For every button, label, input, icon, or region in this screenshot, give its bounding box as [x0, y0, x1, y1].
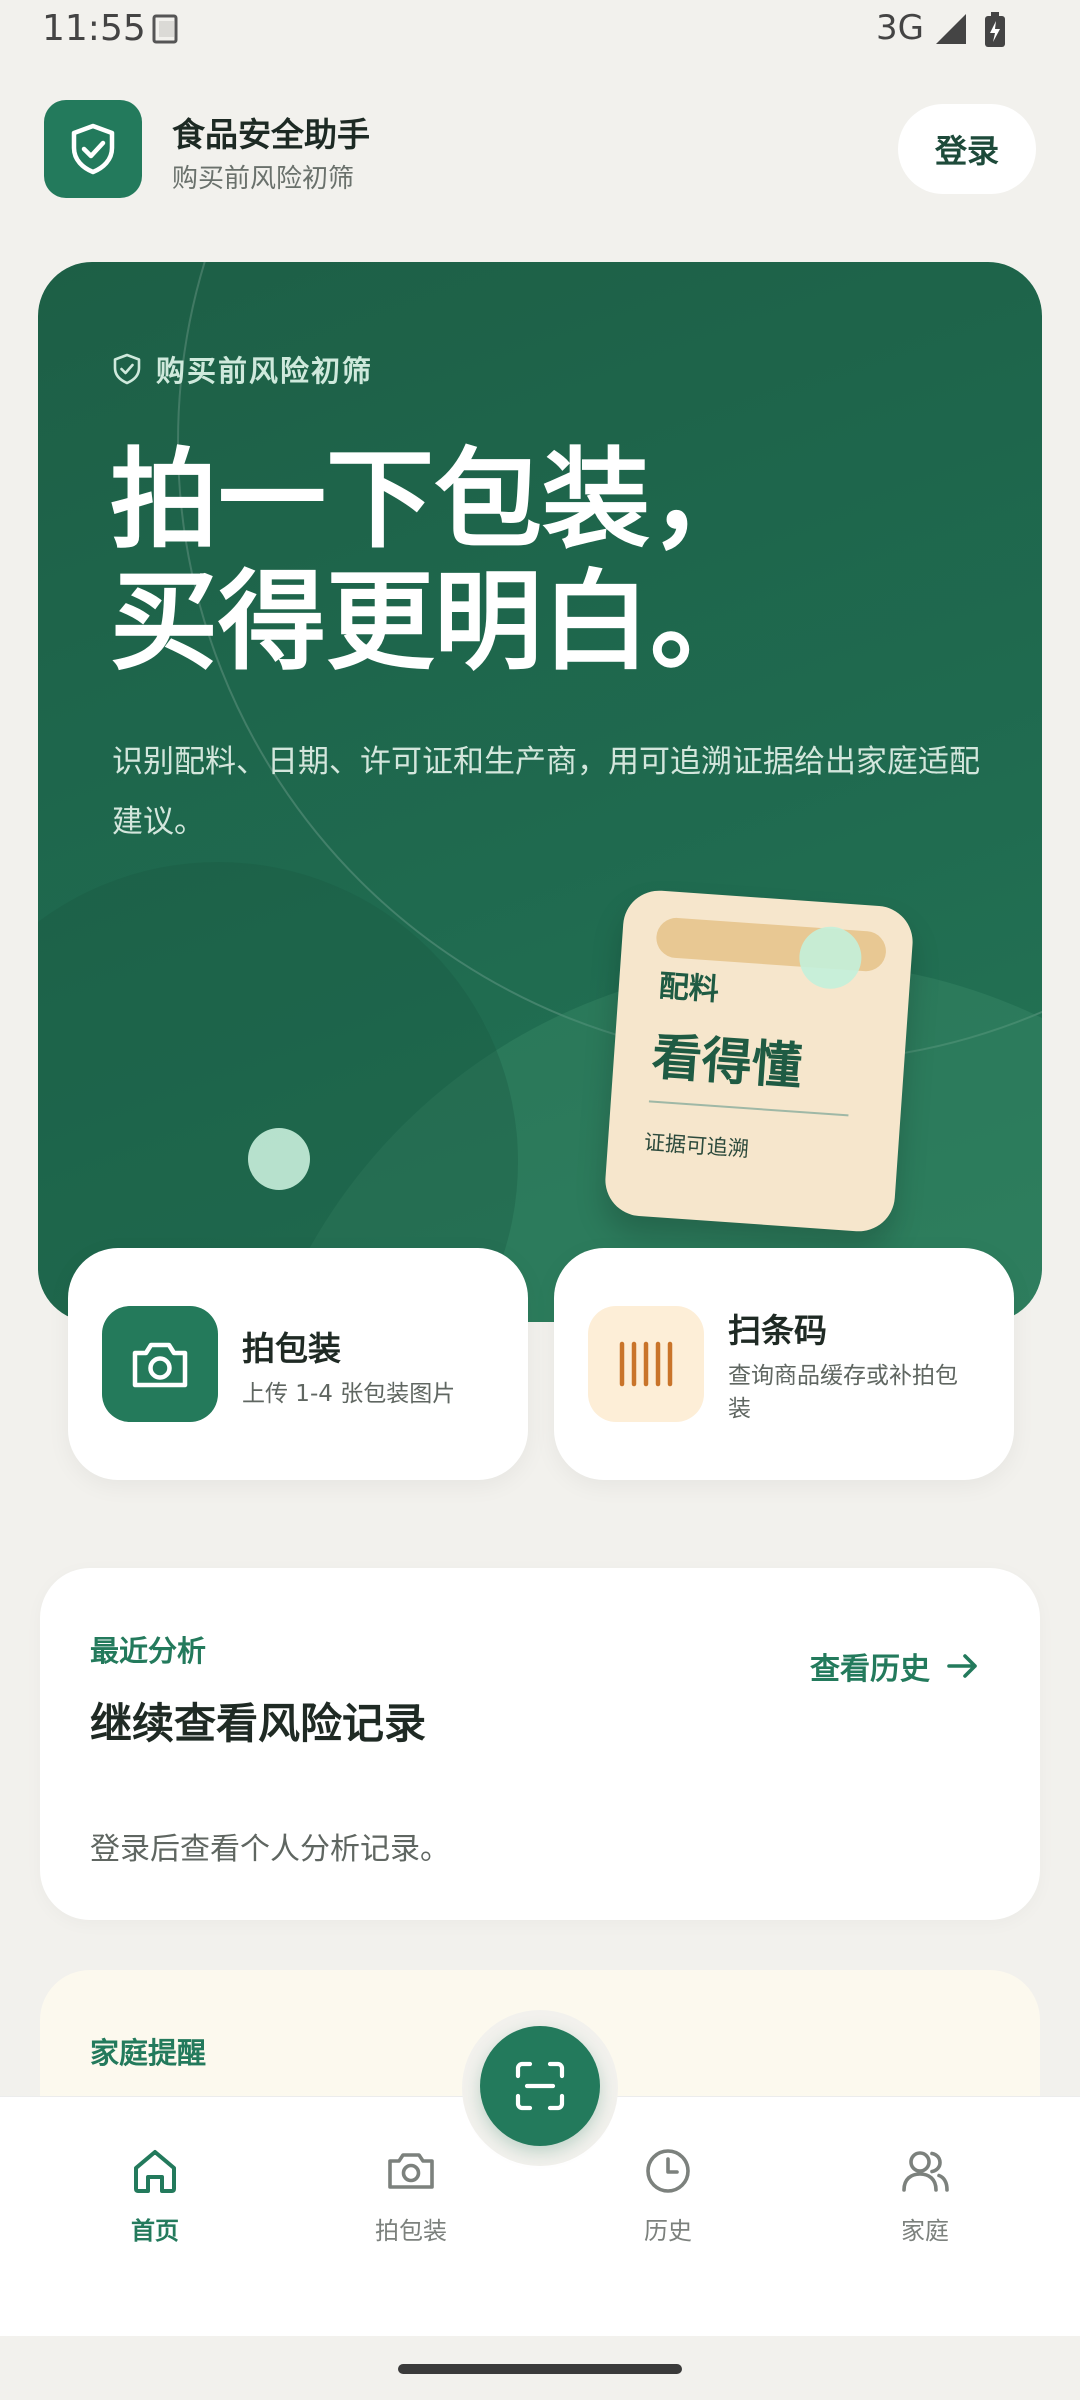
photo-package-title: 拍包装	[242, 1329, 341, 1368]
view-history-label: 查看历史	[810, 1652, 930, 1687]
home-icon	[134, 2150, 176, 2193]
camera-icon	[388, 2153, 434, 2189]
recent-eyebrow: 最近分析	[90, 1634, 207, 1668]
ingredient-card-divider	[648, 1100, 849, 1117]
photo-package-icon-tile	[102, 1306, 218, 1422]
family-reminder-eyebrow: 家庭提醒	[90, 2036, 207, 2070]
hero-description: 识别配料、日期、许可证和生产商，用可追溯证据给出家庭适配建议。	[112, 744, 980, 840]
recent-empty-message: 登录后查看个人分析记录。	[90, 1832, 450, 1867]
scan-barcode-icon-tile	[588, 1306, 704, 1422]
app-logo	[44, 100, 142, 198]
users-icon	[902, 2151, 949, 2192]
nav-item-photo[interactable]: 拍包装	[331, 2145, 491, 2246]
sim-icon	[152, 14, 178, 44]
signal-icon	[936, 14, 966, 44]
ingredient-illustration-card: 配料 看得懂 证据可追溯	[602, 888, 916, 1234]
photo-package-description: 上传 1-4 张包装图片	[242, 1381, 456, 1407]
camera-icon	[132, 1342, 188, 1388]
battery-charging-icon	[985, 12, 1005, 47]
arrow-right-icon	[947, 1654, 977, 1678]
recent-title: 继续查看风险记录	[90, 1699, 427, 1748]
app-header: 食品安全助手 购买前风险初筛 登录	[0, 98, 1080, 200]
nav-item-family[interactable]: 家庭	[845, 2145, 1005, 2246]
app-subtitle: 购买前风险初筛	[172, 164, 355, 194]
scan-barcode-description: 查询商品缓存或补拍包装	[728, 1363, 958, 1422]
hero-title-line-1: 拍一下包装，	[110, 438, 759, 563]
scan-icon	[515, 2061, 565, 2111]
login-button[interactable]: 登录	[898, 104, 1036, 194]
hero-eyebrow-label: 购买前风险初筛	[156, 354, 374, 388]
scan-barcode-title: 扫条码	[728, 1311, 827, 1350]
network-type: 3G	[876, 8, 924, 48]
nav-label-family: 家庭	[901, 2217, 949, 2245]
recent-analysis-card: 最近分析 继续查看风险记录 查看历史 登录后查看个人分析记录。	[40, 1568, 1040, 1920]
hero-title: 拍一下包装， 买得更明白。	[110, 440, 758, 684]
nav-item-history[interactable]: 历史	[588, 2145, 748, 2246]
view-history-link[interactable]: 查看历史	[810, 1644, 980, 1688]
status-time: 11:55	[42, 8, 146, 49]
nav-label-photo: 拍包装	[375, 2217, 447, 2245]
hero-banner: 购买前风险初筛 拍一下包装， 买得更明白。 识别配料、日期、许可证和生产商，用可…	[38, 262, 1042, 1322]
barcode-icon	[619, 1341, 673, 1387]
shield-check-icon	[113, 353, 141, 385]
photo-package-card[interactable]: 拍包装 上传 1-4 张包装图片	[68, 1248, 528, 1480]
nav-label-history: 历史	[644, 2217, 692, 2245]
hero-eyebrow: 购买前风险初筛	[112, 348, 373, 390]
hero-title-line-2: 买得更明白。	[110, 560, 759, 685]
scan-barcode-card[interactable]: 扫条码 查询商品缓存或补拍包装	[554, 1248, 1014, 1480]
clock-icon	[646, 2149, 690, 2193]
decorative-dot	[248, 1128, 310, 1190]
status-bar: 11:55 3G	[0, 0, 1080, 62]
ingredient-card-headline: 看得懂	[650, 1027, 804, 1096]
nav-label-home: 首页	[131, 2217, 179, 2245]
home-indicator[interactable]	[398, 2364, 682, 2374]
app-title: 食品安全助手	[172, 115, 370, 154]
shield-check-icon	[71, 123, 115, 175]
ingredient-card-footnote: 证据可追溯	[643, 1130, 750, 1162]
nav-item-home[interactable]: 首页	[75, 2145, 235, 2246]
ingredient-card-label: 配料	[657, 968, 721, 1008]
scan-fab-button[interactable]	[480, 2026, 600, 2146]
